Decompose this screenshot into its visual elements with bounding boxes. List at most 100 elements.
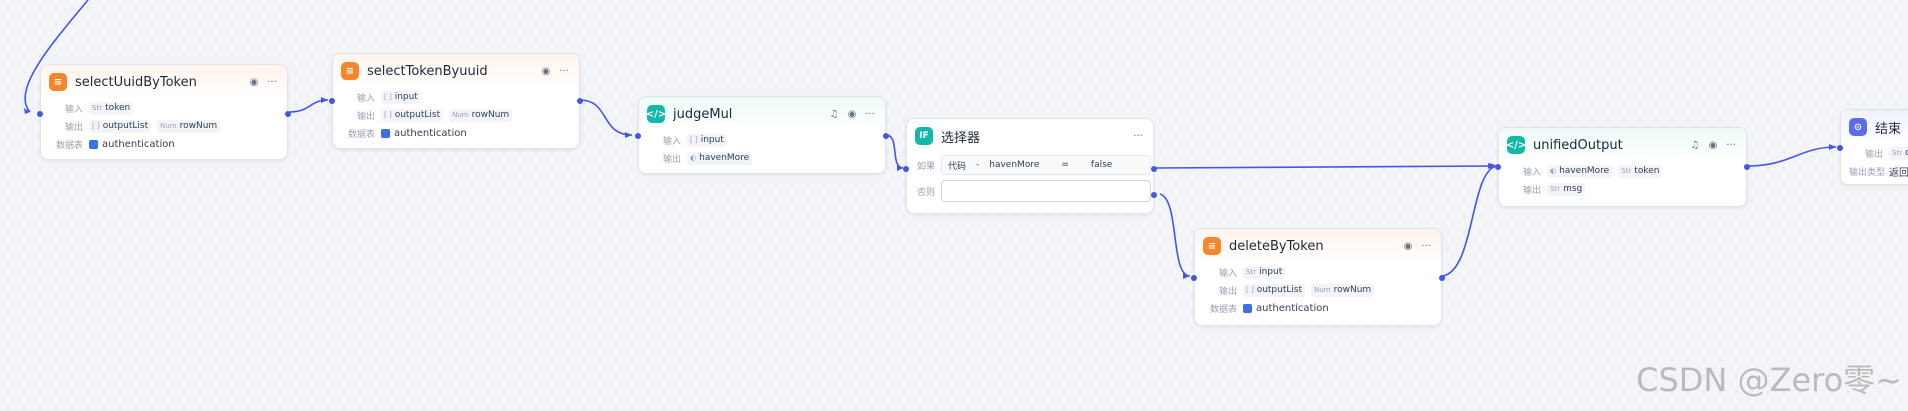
param-name: rowNum (1333, 285, 1372, 295)
input-label: 输入 (64, 104, 83, 115)
input-port[interactable] (1191, 275, 1197, 281)
condition-source: 代码 (948, 161, 967, 172)
bell-icon[interactable]: ♫ (827, 107, 841, 121)
node-header: IF 选择器 ··· (907, 119, 1153, 153)
output-row: 输出 [ ] outputList Num rowNum (333, 106, 579, 124)
arrowhead (321, 97, 328, 103)
arrowhead (1183, 273, 1190, 279)
output-row: 输出 Str o (1841, 144, 1908, 162)
else-output-port[interactable] (1151, 192, 1157, 198)
param-tag: Num rowNum (1311, 283, 1375, 297)
param-type: [ ] (384, 93, 392, 101)
input-label: 输入 (1522, 167, 1541, 178)
output-port[interactable] (1744, 164, 1750, 170)
input-label: 输入 (356, 93, 375, 104)
node-title: deleteByToken (1229, 238, 1324, 254)
database-icon: ≡ (49, 73, 67, 91)
arrowhead (625, 132, 632, 138)
output-port[interactable] (883, 133, 889, 139)
table-icon (381, 128, 390, 138)
param-type: Num (452, 111, 469, 119)
node-header: ≡ deleteByToken ◉ ··· (1195, 229, 1441, 263)
input-port[interactable] (329, 98, 335, 104)
database-icon: ≡ (1203, 237, 1221, 255)
node-title: unifiedOutput (1533, 137, 1623, 153)
run-icon[interactable]: ◉ (1706, 138, 1720, 152)
param-tag: Str token (89, 101, 134, 115)
if-label: 如果 (916, 161, 935, 172)
run-icon[interactable]: ◉ (845, 107, 859, 121)
output-port[interactable] (285, 111, 291, 117)
param-tag: Str token (1618, 164, 1663, 178)
output-port[interactable] (577, 98, 583, 104)
node-judgeMul[interactable]: </> judgeMul ♫ ◉ ··· 输入 [ ] input 输出 ◐ hav… (635, 96, 889, 174)
bell-icon[interactable]: ♫ (1688, 138, 1702, 152)
condition-operator: = (1061, 160, 1069, 170)
edge-selector-else-to-deleteByToken (1159, 193, 1191, 277)
output-port[interactable] (1439, 275, 1445, 281)
node-header: ≡ selectUuidByToken ◉ ··· (41, 65, 287, 99)
node-selectUuidByToken[interactable]: ≡ selectUuidByToken ◉ ··· 输入 Str token 输出… (37, 64, 291, 160)
param-tag: Str input (1243, 265, 1286, 279)
more-icon[interactable]: ··· (863, 107, 877, 121)
input-label: 输入 (662, 136, 681, 147)
param-name: input (1259, 267, 1283, 277)
node-header: </> judgeMul ♫ ◉ ··· (639, 97, 885, 131)
node-unifiedOutput[interactable]: </> unifiedOutput ♫ ◉ ··· 输入 ◐ havenMore … (1495, 127, 1750, 207)
table-row: 数据表 authentication (333, 124, 579, 142)
param-name: outputList (102, 121, 149, 131)
more-icon[interactable]: ··· (1131, 129, 1145, 143)
output-row: 输出 ◐ havenMore (639, 149, 885, 167)
edge-unifiedOutput-to-end (1747, 146, 1837, 167)
table-icon (1243, 303, 1252, 313)
table-name: authentication (394, 127, 467, 139)
table-row: 数据表 authentication (41, 135, 287, 153)
else-row: 否则 (907, 177, 1153, 205)
condition-separator: - (976, 160, 980, 170)
node-deleteByToken[interactable]: ≡ deleteByToken ◉ ··· 输入 Str input 输出 [ ]… (1191, 228, 1445, 326)
node-end[interactable]: ⊝ 结束 输出 Str o 输出类型 返回 (1837, 109, 1908, 185)
input-port[interactable] (37, 111, 43, 117)
table-row: 数据表 authentication (1195, 299, 1441, 317)
table-icon (89, 139, 98, 149)
if-output-port[interactable] (1151, 166, 1157, 172)
param-name: havenMore (1559, 166, 1610, 176)
if-row: 如果 代码 - havenMore = false (907, 153, 1153, 177)
input-row: 输入 Str token (41, 99, 287, 117)
param-type: Str (1550, 185, 1561, 193)
param-tag: Str o (1889, 146, 1908, 160)
param-type: Str (1892, 149, 1903, 157)
watermark: CSDN @Zero零~ (1636, 361, 1902, 399)
more-icon[interactable]: ··· (265, 75, 279, 89)
node-header: ⊝ 结束 (1841, 110, 1908, 144)
output-type-row: 输出类型 返回 (1841, 162, 1908, 180)
node-selectTokenByuuid[interactable]: ≡ selectTokenByuuid ◉ ··· 输入 [ ] input 输出… (329, 53, 583, 149)
input-port[interactable] (903, 166, 909, 172)
param-type: [ ] (384, 111, 392, 119)
table-label: 数据表 (347, 129, 375, 140)
condition-box[interactable]: 代码 - havenMore = false (941, 155, 1151, 175)
input-port[interactable] (1495, 164, 1501, 170)
param-tag: [ ] outputList (381, 108, 444, 122)
output-label: 输出 (1522, 185, 1541, 196)
param-name: input (700, 135, 724, 145)
param-tag: [ ] outputList (89, 119, 152, 133)
output-type-label: 输出类型 (1849, 167, 1886, 178)
input-row: 输入 [ ] input (639, 131, 885, 149)
more-icon[interactable]: ··· (557, 64, 571, 78)
param-type: [ ] (690, 136, 698, 144)
input-port[interactable] (1837, 145, 1843, 151)
edge-judgeMul-to-selector (885, 134, 904, 169)
param-type: ◐ (690, 154, 697, 162)
more-icon[interactable]: ··· (1419, 239, 1433, 253)
run-icon[interactable]: ◉ (1401, 239, 1415, 253)
condition-value: false (1090, 160, 1113, 170)
run-icon[interactable]: ◉ (539, 64, 553, 78)
more-icon[interactable]: ··· (1724, 138, 1738, 152)
input-port[interactable] (635, 133, 641, 139)
table-label: 数据表 (55, 140, 83, 151)
input-row: 输入 Str input (1195, 263, 1441, 281)
else-box[interactable] (941, 180, 1151, 202)
run-icon[interactable]: ◉ (247, 75, 261, 89)
node-selector[interactable]: IF 选择器 ··· 如果 代码 - havenMore = false 否则 (903, 118, 1157, 214)
